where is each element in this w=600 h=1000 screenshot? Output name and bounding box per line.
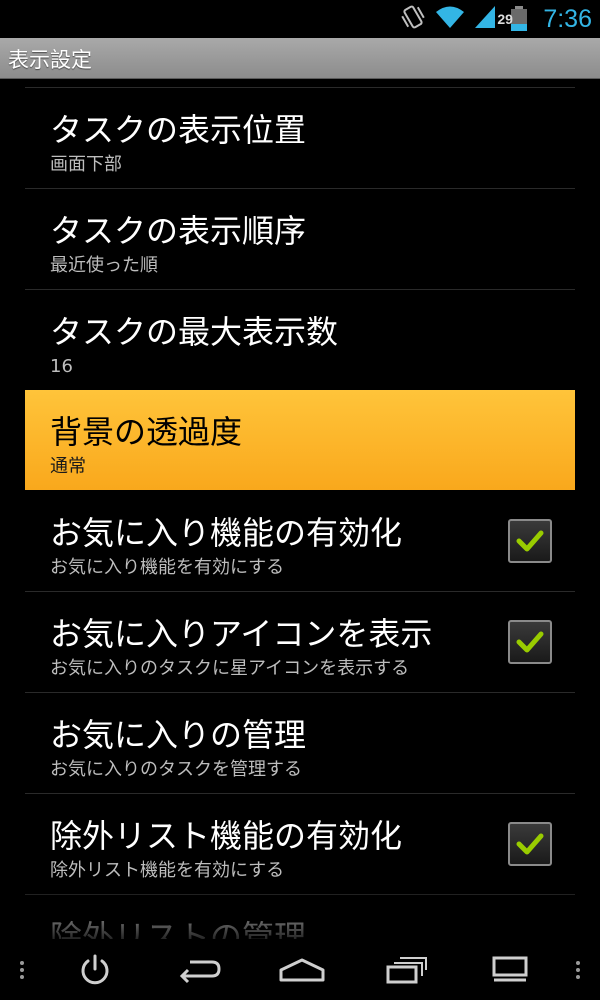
pref-favorites-enable[interactable]: お気に入り機能の有効化 お気に入り機能を有効にする [25, 491, 575, 591]
recent-apps-button[interactable] [366, 940, 446, 1000]
pref-title: お気に入り機能の有効化 [50, 514, 403, 552]
pref-summary: お気に入りのタスクに星アイコンを表示する [50, 658, 410, 679]
check-icon [516, 833, 544, 855]
battery-level: 29 [497, 11, 513, 27]
pref-title: お気に入りの管理 [50, 716, 307, 754]
pref-summary: お気に入りのタスクを管理する [50, 759, 302, 780]
pref-summary: お気に入り機能を有効にする [50, 557, 285, 578]
pref-summary: 画面下部 [50, 154, 122, 175]
page-title: 表示設定 [8, 48, 92, 72]
back-button[interactable] [160, 940, 240, 1000]
home-icon [279, 958, 325, 982]
taskbar-icon [492, 956, 528, 982]
pref-title: 背景の透過度 [50, 413, 243, 451]
pref-title: タスクの最大表示数 [50, 313, 339, 351]
favorites-icon-checkbox[interactable] [508, 620, 552, 664]
power-button[interactable] [60, 940, 130, 1000]
navigation-bar [0, 940, 600, 1000]
exclude-enable-checkbox[interactable] [508, 822, 552, 866]
pref-task-order[interactable]: タスクの表示順序 最近使った順 [25, 189, 575, 289]
wifi-icon [435, 4, 465, 34]
status-icons: 29 7:36 [399, 0, 592, 38]
signal-icon [473, 4, 497, 34]
preference-list[interactable]: タスクの表示位置 画面下部 タスクの表示順序 最近使った順 タスクの最大表示数 … [0, 79, 600, 939]
taskbar-button[interactable] [470, 940, 550, 1000]
menu-dots-right-button[interactable] [556, 940, 600, 1000]
pref-exclude-enable[interactable]: 除外リスト機能の有効化 除外リスト機能を有効にする [25, 794, 575, 894]
pref-max-tasks[interactable]: タスクの最大表示数 16 [25, 290, 575, 390]
pref-summary: 最近使った順 [50, 255, 158, 276]
pref-title: タスクの表示順序 [50, 212, 307, 250]
pref-summary: 通常 [50, 456, 86, 477]
pref-favorites-icon[interactable]: お気に入りアイコンを表示 お気に入りのタスクに星アイコンを表示する [25, 592, 575, 692]
pref-title: お気に入りアイコンを表示 [50, 615, 433, 653]
pref-exclude-manage[interactable]: 除外リストの管理 [25, 895, 575, 939]
pref-summary: 16 [50, 356, 73, 377]
check-icon [516, 530, 544, 552]
battery-icon: 29 [497, 4, 529, 34]
pref-title: 除外リストの管理 [50, 918, 307, 939]
pref-summary: 除外リスト機能を有効にする [50, 860, 285, 881]
clock: 7:36 [543, 4, 592, 33]
pref-background-transparency[interactable]: 背景の透過度 通常 [25, 390, 575, 490]
menu-dots-left-button[interactable] [0, 940, 44, 1000]
check-icon [516, 631, 544, 653]
title-bar: 表示設定 [0, 38, 600, 79]
power-icon [81, 954, 109, 985]
menu-dots-icon [576, 961, 580, 979]
recent-apps-icon [386, 957, 427, 984]
favorites-enable-checkbox[interactable] [508, 519, 552, 563]
back-icon [179, 960, 221, 984]
pref-task-position[interactable]: タスクの表示位置 画面下部 [25, 88, 575, 188]
status-bar: 29 7:36 [0, 0, 600, 38]
menu-dots-icon [20, 961, 24, 979]
pref-title: タスクの表示位置 [50, 111, 307, 149]
pref-title: 除外リスト機能の有効化 [50, 817, 403, 855]
vibrate-icon [399, 2, 427, 36]
home-button[interactable] [262, 940, 342, 1000]
pref-favorites-manage[interactable]: お気に入りの管理 お気に入りのタスクを管理する [25, 693, 575, 793]
screen: 29 7:36 表示設定 タスクの表示位置 画面下部 タスクの表示順序 最近使っ… [0, 0, 600, 1000]
